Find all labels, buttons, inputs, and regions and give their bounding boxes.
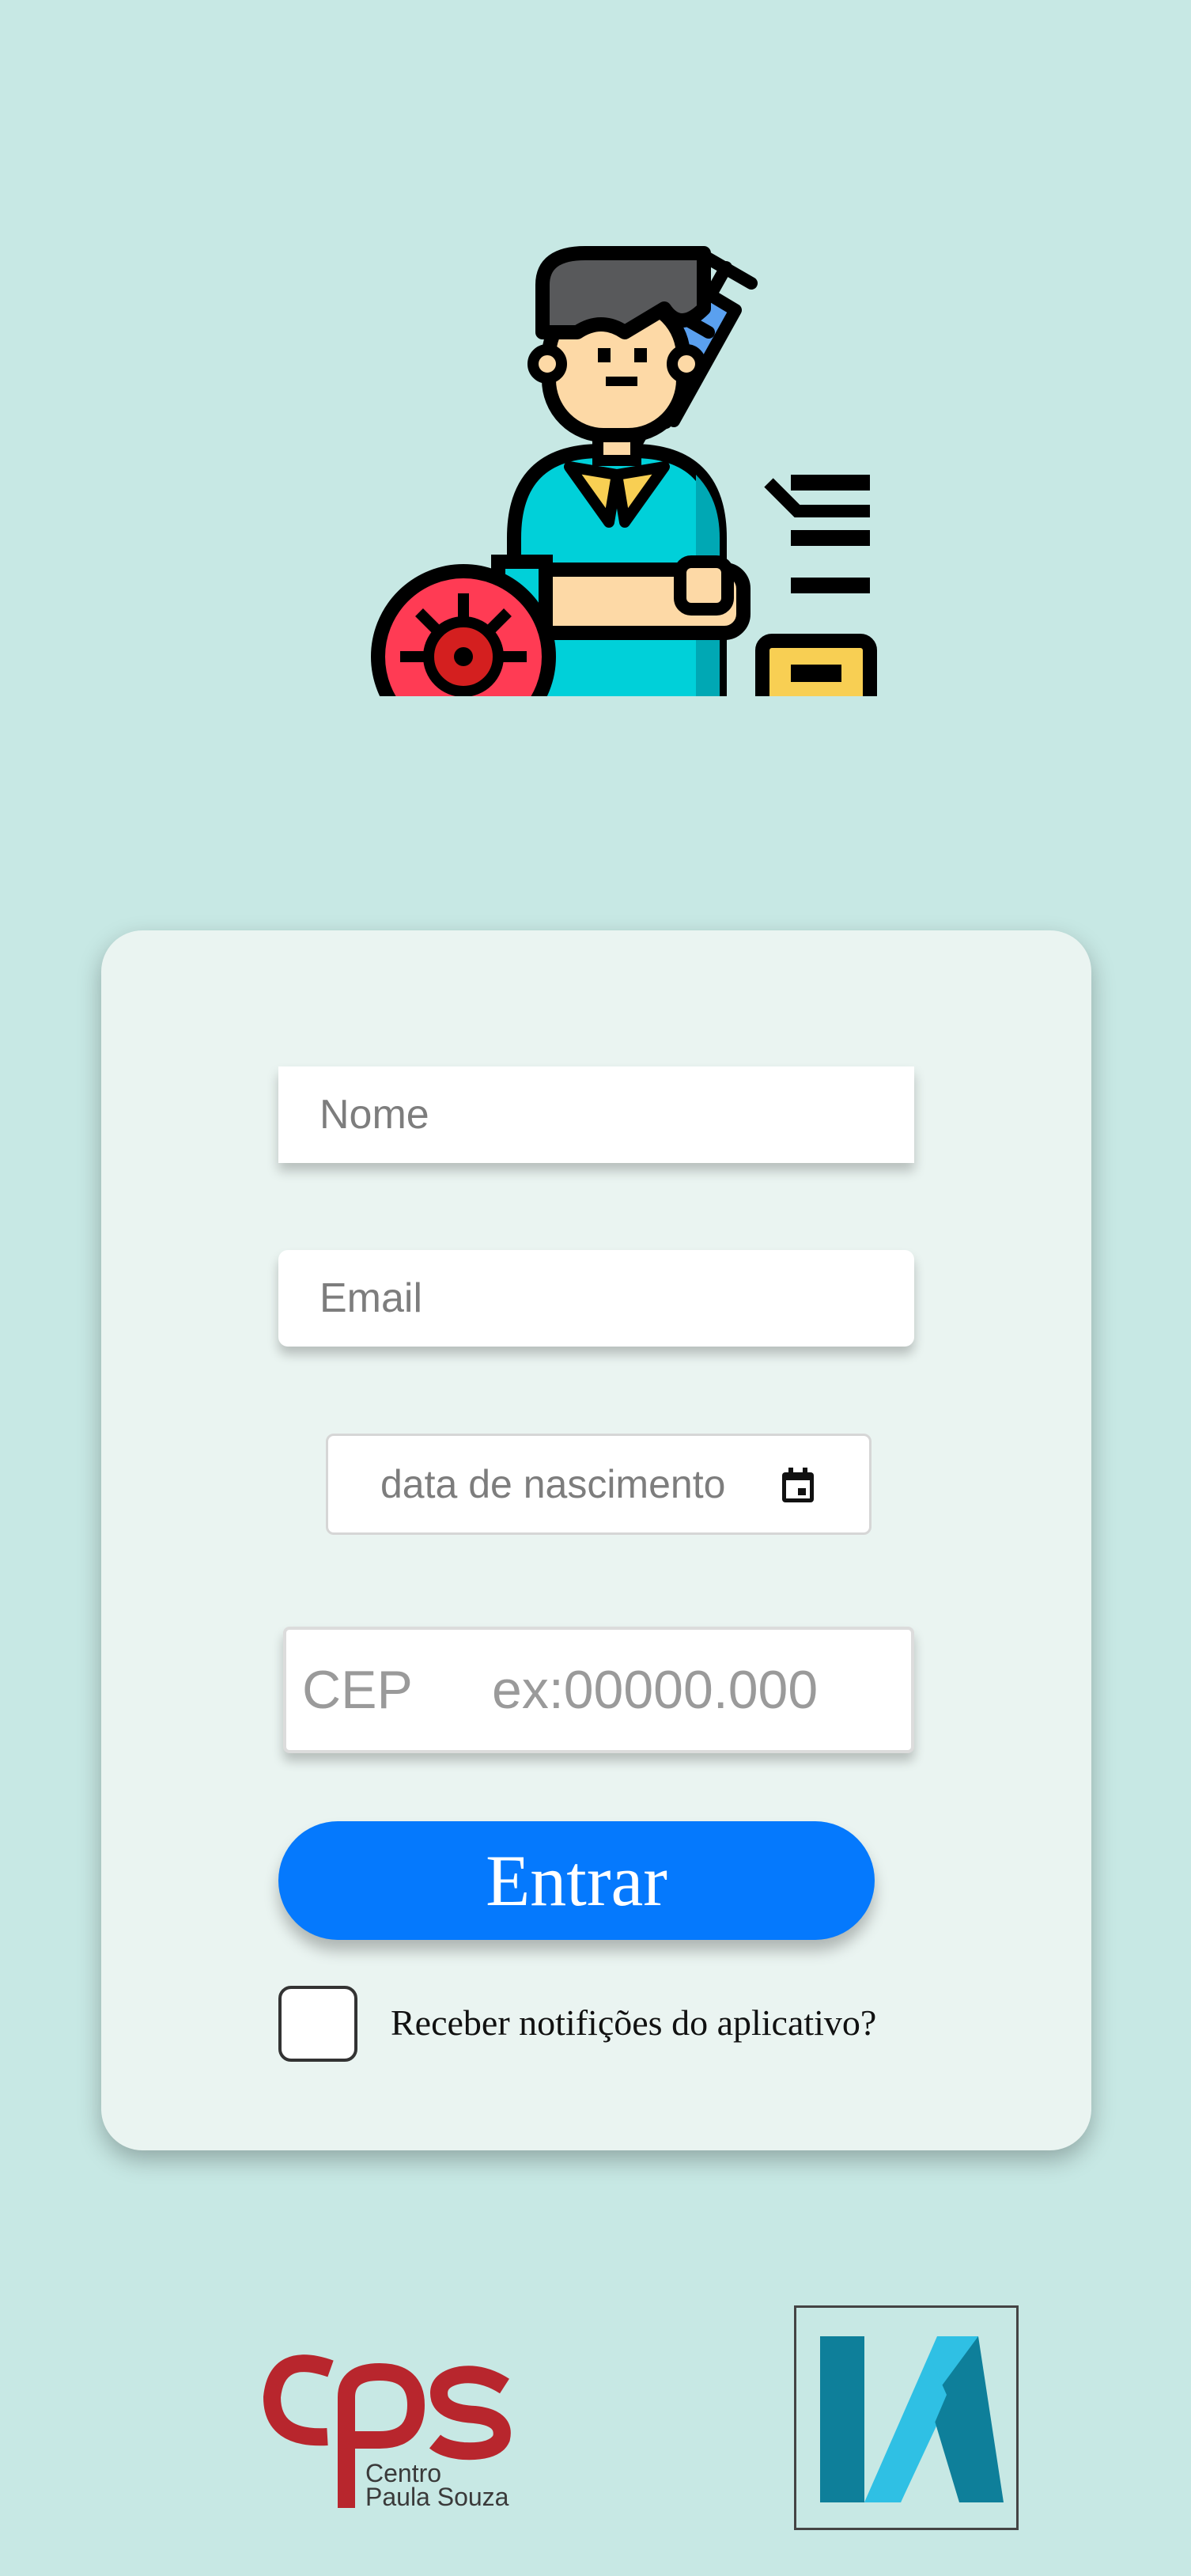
- registration-card: data de nascimento CEP ex:00000.000 Entr…: [101, 930, 1091, 2150]
- cps-logo-line2: Paula Souza: [365, 2483, 509, 2511]
- cep-placeholder: ex:00000.000: [492, 1660, 819, 1720]
- nome-input[interactable]: [278, 1066, 914, 1163]
- birthdate-input[interactable]: data de nascimento: [326, 1434, 872, 1535]
- birthdate-placeholder: data de nascimento: [380, 1462, 726, 1506]
- vaccine-doctor-illustration: [364, 237, 886, 696]
- notifications-label: Receber notifições do aplicativo?: [391, 2002, 877, 2043]
- cep-input[interactable]: CEP ex:00000.000: [283, 1627, 914, 1753]
- notifications-checkbox[interactable]: [278, 1986, 357, 2062]
- k-logo: [794, 2305, 1019, 2530]
- cep-label: CEP: [302, 1660, 413, 1720]
- virus-icon: [371, 564, 556, 696]
- email-input[interactable]: [278, 1250, 914, 1347]
- entrar-button[interactable]: Entrar: [278, 1821, 875, 1940]
- cps-logo: Centro Paula Souza: [261, 2342, 514, 2511]
- calendar-icon[interactable]: [781, 1466, 815, 1504]
